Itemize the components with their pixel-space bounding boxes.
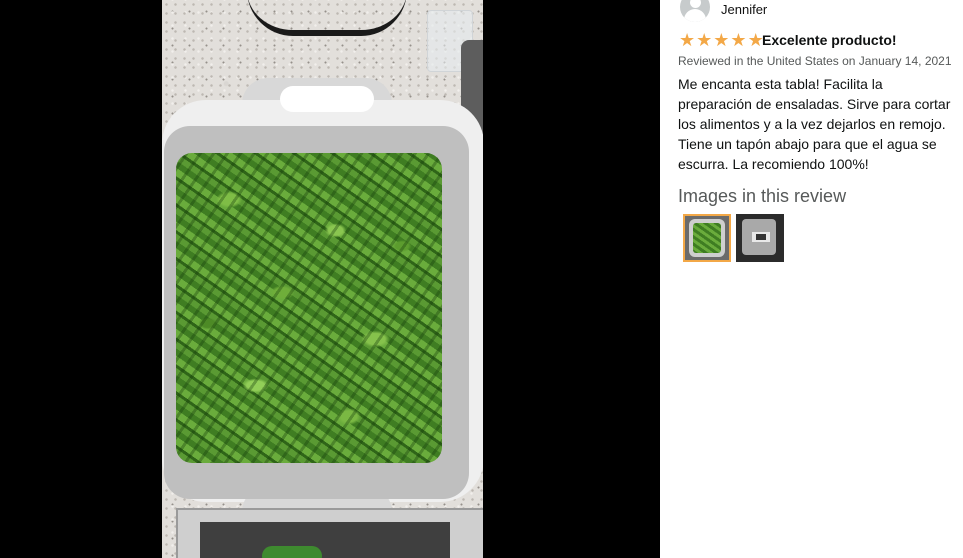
tray-item bbox=[262, 546, 322, 558]
review-body: Me encanta esta tabla! Facilita la prepa… bbox=[678, 76, 951, 172]
review-headline[interactable]: Excelente producto! bbox=[762, 32, 897, 48]
review-meta: Reviewed in the United States on January… bbox=[678, 54, 952, 68]
images-heading: Images in this review bbox=[678, 186, 847, 206]
star-icon: ★ bbox=[730, 30, 747, 50]
review-thumbnail-selected[interactable] bbox=[683, 214, 731, 262]
star-icon: ★ bbox=[713, 30, 730, 50]
review-thumbnail[interactable] bbox=[736, 214, 784, 262]
star-icon: ★ bbox=[696, 30, 713, 50]
avatar-shoulders bbox=[684, 9, 706, 22]
review-photo[interactable] bbox=[162, 0, 483, 558]
handle-hole-top bbox=[280, 86, 374, 112]
thumbnail-greens bbox=[693, 223, 721, 253]
collapsible-cutting-board bbox=[162, 78, 483, 538]
lettuce-texture bbox=[176, 153, 442, 463]
star-rating[interactable]: ★ ★ ★ ★ ★ bbox=[679, 30, 764, 50]
reviewer-name[interactable]: Jennifer bbox=[721, 2, 767, 17]
star-icon: ★ bbox=[679, 30, 696, 50]
image-viewer bbox=[0, 0, 660, 558]
thumbnail-mark bbox=[756, 234, 766, 240]
avatar-icon bbox=[680, 0, 710, 22]
tray-inner bbox=[200, 522, 450, 558]
avatar-head bbox=[690, 0, 701, 8]
review-panel: Jennifer ★ ★ ★ ★ ★ Excelente producto! R… bbox=[660, 0, 963, 558]
